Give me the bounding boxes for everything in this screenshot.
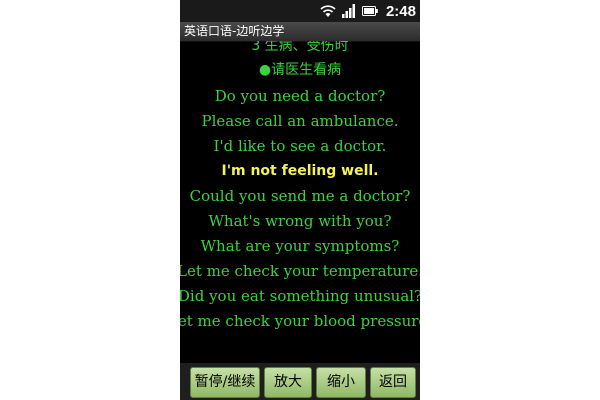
control-bar: 暂停/继续 放大 缩小 返回 — [180, 363, 420, 400]
current-sentence-line[interactable]: I'm not feeling well. — [180, 162, 420, 180]
section-heading: 3 生病、受伤时 — [251, 41, 349, 54]
sentence-line[interactable]: Do you need a doctor? — [180, 87, 420, 105]
app-title-bar: 英语口语-边听边学 — [180, 22, 420, 42]
status-bar: 2:48 — [180, 0, 420, 22]
wifi-icon — [320, 5, 336, 17]
phone-screen: 2:48 英语口语-边听边学 3 生病、受伤时 ●请医生看病 Do you ne… — [180, 0, 420, 400]
sentence-line[interactable]: Let me check your temperature. — [180, 262, 420, 280]
status-icons: 2:48 — [320, 2, 416, 20]
sentence-line[interactable]: Could you send me a doctor? — [180, 187, 420, 205]
sentence-line[interactable]: I'd like to see a doctor. — [180, 137, 420, 155]
signal-icon — [341, 4, 355, 18]
sentence-line[interactable]: Please call an ambulance. — [180, 112, 420, 130]
app-title: 英语口语-边听边学 — [184, 24, 285, 38]
back-button[interactable]: 返回 — [370, 367, 416, 398]
zoom-in-button[interactable]: 放大 — [264, 367, 312, 398]
sentence-line[interactable]: Did you eat something unusual? — [180, 287, 420, 305]
sentence-line[interactable]: What's wrong with you? — [180, 212, 420, 230]
lyrics-content[interactable]: 3 生病、受伤时 ●请医生看病 Do you need a doctor? Pl… — [180, 41, 420, 363]
subsection-heading: ●请医生看病 — [258, 62, 342, 78]
pause-resume-button[interactable]: 暂停/继续 — [190, 367, 260, 398]
battery-icon — [361, 6, 378, 16]
sentence-line[interactable]: Let me check your blood pressure. — [180, 312, 420, 330]
zoom-out-button[interactable]: 缩小 — [316, 367, 366, 398]
sentence-line[interactable]: What are your symptoms? — [180, 237, 420, 255]
status-time: 2:48 — [385, 2, 416, 20]
